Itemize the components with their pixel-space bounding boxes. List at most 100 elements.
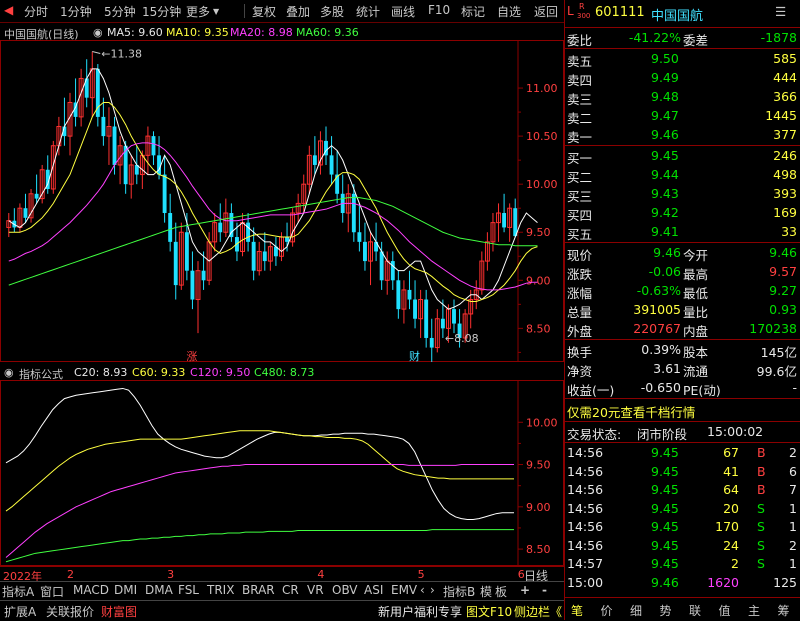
tab-fsl[interactable]: FSL <box>178 583 199 597</box>
side-tab-2[interactable]: 细 <box>630 602 642 619</box>
price-chart[interactable]: 11.00 10.50 10.00 9.50 9.00 8.50 ←11.38 ←8.08 涨 财 <box>0 40 564 362</box>
tab-macd[interactable]: MACD <box>73 583 109 597</box>
side-tab-0[interactable]: 笔 <box>571 602 583 619</box>
fundamental-value: 3.61 <box>653 361 681 376</box>
back-arrow-icon[interactable]: ◀ <box>4 3 13 17</box>
tab-scroll-right[interactable]: › <box>430 583 435 597</box>
candle-body <box>262 251 267 262</box>
toolbar-adjust[interactable]: 复权 <box>252 3 276 20</box>
tick-row: 14:57 9.45 2 S 1 <box>565 555 800 574</box>
rise-marker: 涨 <box>186 350 197 362</box>
indicator-line-c480 <box>5 529 514 563</box>
toolbar-statistics[interactable]: 统计 <box>356 3 380 20</box>
tick-volume: 64 <box>723 482 739 497</box>
ask-price: 9.47 <box>651 108 679 123</box>
chart-settings-icon[interactable]: ◉ <box>93 26 103 39</box>
toolbar-more[interactable]: 更多 <box>186 3 210 20</box>
tick-price: 9.46 <box>651 574 679 590</box>
toolbar-mark[interactable]: 标记 <box>461 3 485 20</box>
side-tab-1[interactable]: 价 <box>601 602 613 619</box>
candle-body <box>390 261 395 281</box>
side-tab-5[interactable]: 值 <box>719 602 731 619</box>
tab-trix[interactable]: TRIX <box>207 583 234 597</box>
tick-side: B <box>757 482 766 497</box>
candle-body <box>452 309 456 324</box>
indicator-chart[interactable]: 10.00 9.50 9.00 8.50 <box>0 380 564 566</box>
toolbar-back[interactable]: 返回 <box>534 3 558 20</box>
side-tab-4[interactable]: 联 <box>689 602 701 619</box>
y-tick-label: 9.50 <box>526 226 551 239</box>
sidebar-toggle[interactable]: 侧边栏《 <box>514 603 562 620</box>
tab-template[interactable]: 模 <box>480 583 492 600</box>
side-tab-7[interactable]: 筹 <box>778 602 790 619</box>
toolbar-f10[interactable]: F10 <box>428 3 450 17</box>
tab-brar[interactable]: BRAR <box>242 583 275 597</box>
ask-level-row[interactable]: 卖一 9.46 377 <box>565 126 800 145</box>
toolbar-intraday[interactable]: 分时 <box>24 3 48 20</box>
tab-indicator-b[interactable]: 指标B <box>443 583 475 600</box>
bid-level-row[interactable]: 买一 9.45 246 <box>565 147 800 166</box>
side-tab-6[interactable]: 主 <box>748 602 760 619</box>
stat-value: 9.27 <box>769 283 797 298</box>
ask-price: 9.46 <box>651 127 679 142</box>
candle-body <box>429 337 434 348</box>
tab-extend-a[interactable]: 扩展A <box>4 603 36 620</box>
tab-wealth-chart[interactable]: 财富图 <box>101 603 137 620</box>
bid-level-row[interactable]: 买二 9.44 498 <box>565 166 800 185</box>
bid-level-label: 买五 <box>567 227 593 242</box>
bid-level-label: 买二 <box>567 170 593 185</box>
tab-asi[interactable]: ASI <box>364 583 383 597</box>
y-tick-label: 11.00 <box>526 82 558 95</box>
legend-c20: C20: 8.93 <box>74 366 128 379</box>
graphic-f10-link[interactable]: 图文F10 <box>466 603 512 620</box>
promo-text[interactable]: 仅需20元查看千档行情 <box>567 402 695 421</box>
tick-count: 125 <box>773 574 797 590</box>
tab-window[interactable]: 窗口 <box>40 583 64 600</box>
indicator-settings-icon[interactable]: ◉ <box>4 366 14 379</box>
toolbar-5min[interactable]: 5分钟 <box>104 3 136 20</box>
tab-related-quotes[interactable]: 关联报价 <box>46 603 94 620</box>
legend-c480: C480: 8.73 <box>254 366 315 379</box>
menu-icon[interactable]: ☰ <box>775 4 786 19</box>
tab-emv[interactable]: EMV <box>391 583 417 597</box>
toolbar-1min[interactable]: 1分钟 <box>60 3 92 20</box>
toolbar-draw-line[interactable]: 画线 <box>391 3 415 20</box>
tick-price: 9.45 <box>651 463 679 479</box>
tab-cr[interactable]: CR <box>282 583 299 597</box>
new-user-benefit-link[interactable]: 新用户福利专享 <box>378 603 462 620</box>
tick-count: 6 <box>789 463 797 479</box>
toolbar-15min[interactable]: 15分钟 <box>142 3 181 20</box>
candle-body <box>168 213 173 242</box>
tab-indicator-a[interactable]: 指标A <box>2 583 34 600</box>
zoom-out-button[interactable]: - <box>542 583 547 597</box>
tab-dma[interactable]: DMA <box>145 583 173 597</box>
bid-level-row[interactable]: 买四 9.42 169 <box>565 204 800 223</box>
zoom-in-button[interactable]: + <box>520 583 530 597</box>
ask-price: 9.50 <box>651 51 679 66</box>
bid-level-row[interactable]: 买三 9.43 393 <box>565 185 800 204</box>
bid-level-row[interactable]: 买五 9.41 33 <box>565 223 800 242</box>
toolbar-multi-stock[interactable]: 多股 <box>320 3 344 20</box>
tab-dmi[interactable]: DMI <box>114 583 137 597</box>
bid-level-label: 买一 <box>567 151 593 166</box>
candle-body <box>162 174 167 214</box>
chevron-down-icon[interactable]: ▼ <box>213 7 219 16</box>
bid-volume: 393 <box>773 186 797 201</box>
toolbar-watchlist[interactable]: 自选 <box>497 3 521 20</box>
tab-obv[interactable]: OBV <box>332 583 358 597</box>
ma-line-ma5 <box>8 68 538 310</box>
side-tab-3[interactable]: 势 <box>660 602 672 619</box>
bid-volume: 498 <box>773 167 797 182</box>
ask-level-row[interactable]: 卖三 9.48 366 <box>565 88 800 107</box>
ask-level-row[interactable]: 卖五 9.50 585 <box>565 50 800 69</box>
tab-vr[interactable]: VR <box>307 583 324 597</box>
stat-label: 涨跌 <box>567 267 593 282</box>
toolbar-overlay[interactable]: 叠加 <box>286 3 310 20</box>
tab-scroll-left[interactable]: ‹ <box>420 583 425 597</box>
tab-board[interactable]: 板 <box>495 583 507 600</box>
promo-row[interactable]: 仅需20元查看千档行情 <box>565 401 800 420</box>
ask-level-row[interactable]: 卖四 9.49 444 <box>565 69 800 88</box>
ask-level-row[interactable]: 卖二 9.47 1445 <box>565 107 800 126</box>
bid-volume: 169 <box>773 205 797 220</box>
tick-side: B <box>757 463 766 479</box>
